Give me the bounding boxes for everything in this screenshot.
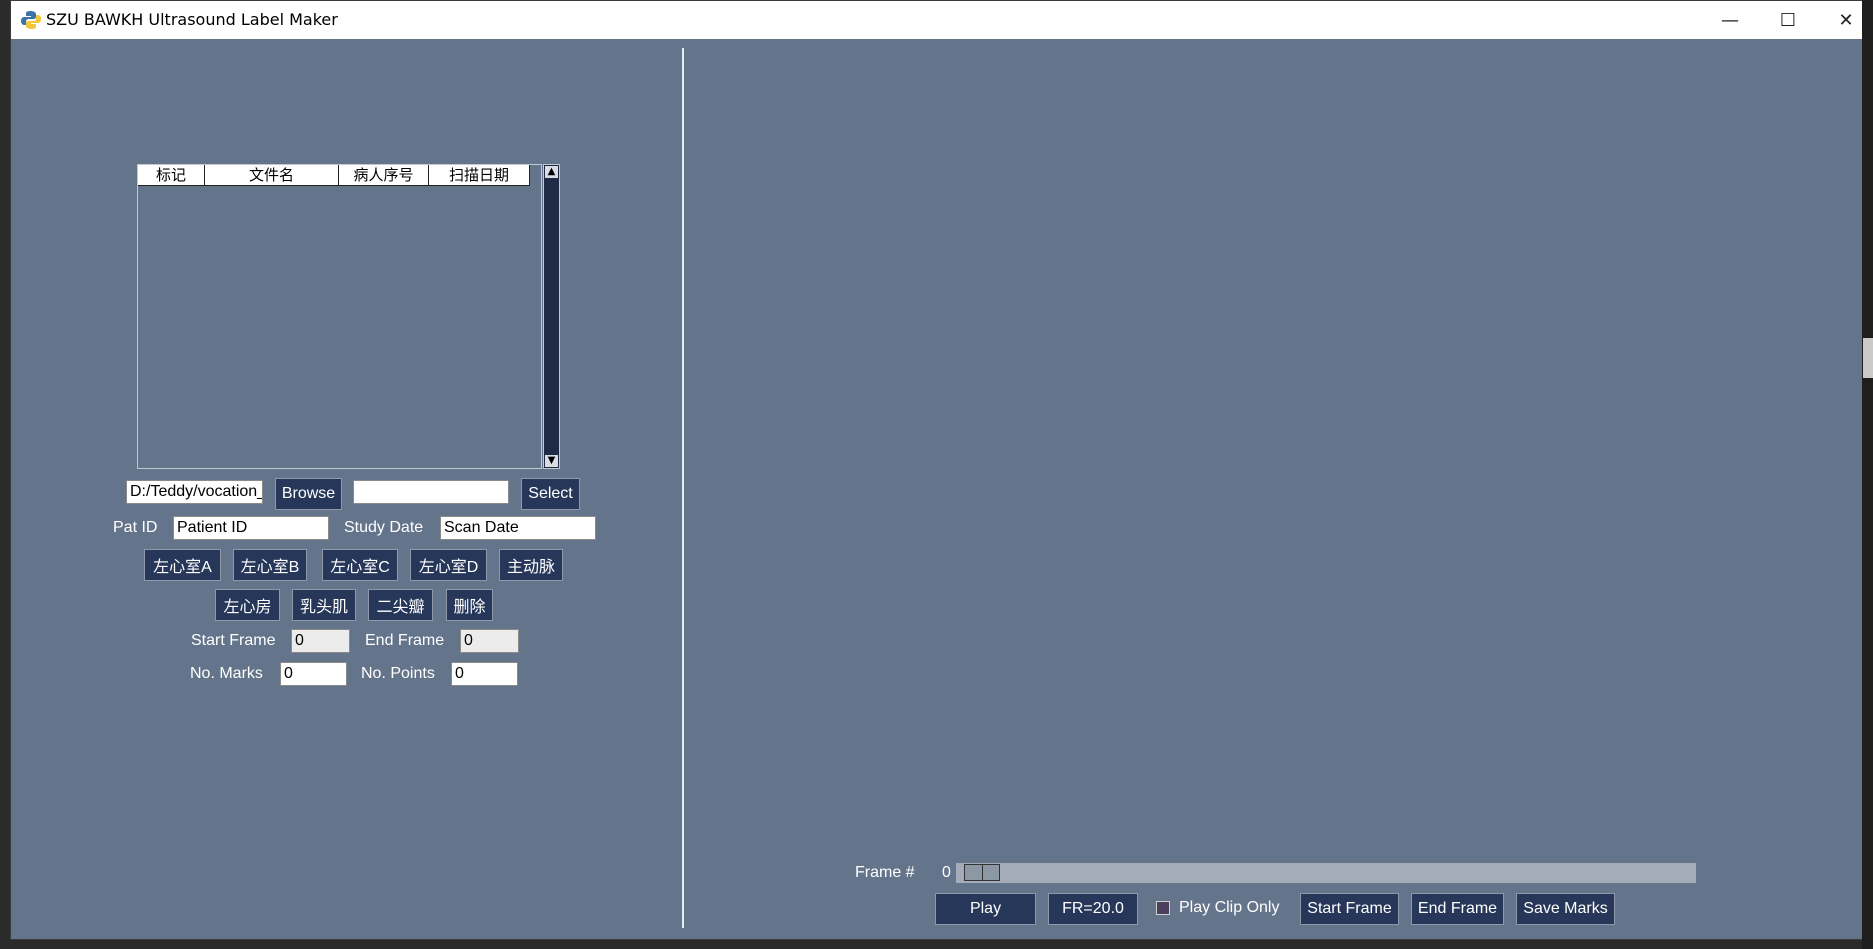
label-button-aorta[interactable]: 主动脉 — [499, 549, 563, 581]
frame-slider-handle[interactable] — [964, 864, 1000, 881]
file-list-table[interactable]: 标记 文件名 病人序号 扫描日期 — [137, 164, 542, 469]
browse-button[interactable]: Browse — [275, 478, 342, 510]
title-bar: SZU BAWKH Ultrasound Label Maker — ☐ ✕ — [11, 1, 1862, 39]
frame-number-value: 0 — [942, 864, 951, 881]
label-button-mitral[interactable]: 二尖瓣 — [368, 589, 433, 621]
scan-date-input[interactable]: Scan Date — [440, 516, 596, 540]
label-button-papillary[interactable]: 乳头肌 — [292, 589, 356, 621]
frame-number-label: Frame # — [855, 864, 915, 881]
select-button[interactable]: Select — [521, 478, 580, 510]
set-start-frame-button[interactable]: Start Frame — [1300, 893, 1399, 925]
patient-id-input[interactable]: Patient ID — [173, 516, 329, 540]
column-header-patient-id[interactable]: 病人序号 — [339, 165, 429, 186]
set-end-frame-button[interactable]: End Frame — [1411, 893, 1504, 925]
label-button-lv-d[interactable]: 左心室D — [410, 549, 487, 581]
no-marks-label: No. Marks — [190, 665, 263, 682]
play-clip-only-label: Play Clip Only — [1179, 899, 1280, 916]
table-scrollbar[interactable]: ▲ ▼ — [543, 164, 560, 469]
app-window: SZU BAWKH Ultrasound Label Maker — ☐ ✕ — [10, 0, 1863, 940]
window-title: SZU BAWKH Ultrasound Label Maker — [46, 10, 338, 29]
column-header-scan-date[interactable]: 扫描日期 — [429, 165, 530, 186]
play-button[interactable]: Play — [935, 893, 1036, 925]
end-frame-label: End Frame — [365, 632, 445, 649]
delete-button[interactable]: 删除 — [446, 589, 493, 621]
play-clip-only-checkbox[interactable] — [1156, 901, 1170, 915]
no-points-input[interactable]: 0 — [451, 662, 518, 686]
no-marks-input[interactable]: 0 — [280, 662, 347, 686]
study-date-label: Study Date — [344, 519, 424, 536]
table-header: 标记 文件名 病人序号 扫描日期 — [138, 165, 530, 186]
minimize-button[interactable]: — — [1701, 1, 1759, 39]
background-edge — [1862, 0, 1873, 949]
panel-divider — [682, 48, 684, 928]
column-header-filename[interactable]: 文件名 — [205, 165, 339, 186]
select-input[interactable] — [353, 480, 509, 504]
pat-id-label: Pat ID — [113, 519, 158, 536]
no-points-label: No. Points — [361, 665, 435, 682]
start-frame-input[interactable]: 0 — [291, 629, 350, 653]
folder-path-input[interactable]: D:/Teddy/vocation_ — [126, 480, 263, 504]
frame-slider[interactable] — [956, 863, 1696, 883]
maximize-button[interactable]: ☐ — [1759, 1, 1817, 39]
column-header-mark[interactable]: 标记 — [138, 165, 205, 186]
label-button-lv-b[interactable]: 左心室B — [233, 549, 307, 581]
scroll-up-icon[interactable]: ▲ — [545, 166, 558, 178]
label-button-lv-c[interactable]: 左心室C — [322, 549, 398, 581]
end-frame-input[interactable]: 0 — [460, 629, 519, 653]
frame-rate-button[interactable]: FR=20.0 — [1048, 893, 1138, 925]
label-button-lv-a[interactable]: 左心室A — [144, 549, 221, 581]
start-frame-label: Start Frame — [191, 632, 276, 649]
scroll-down-icon[interactable]: ▼ — [545, 455, 558, 467]
background-edge-mark — [1863, 338, 1873, 378]
python-app-icon — [21, 11, 41, 29]
save-marks-button[interactable]: Save Marks — [1516, 893, 1615, 925]
label-button-la[interactable]: 左心房 — [215, 589, 280, 621]
